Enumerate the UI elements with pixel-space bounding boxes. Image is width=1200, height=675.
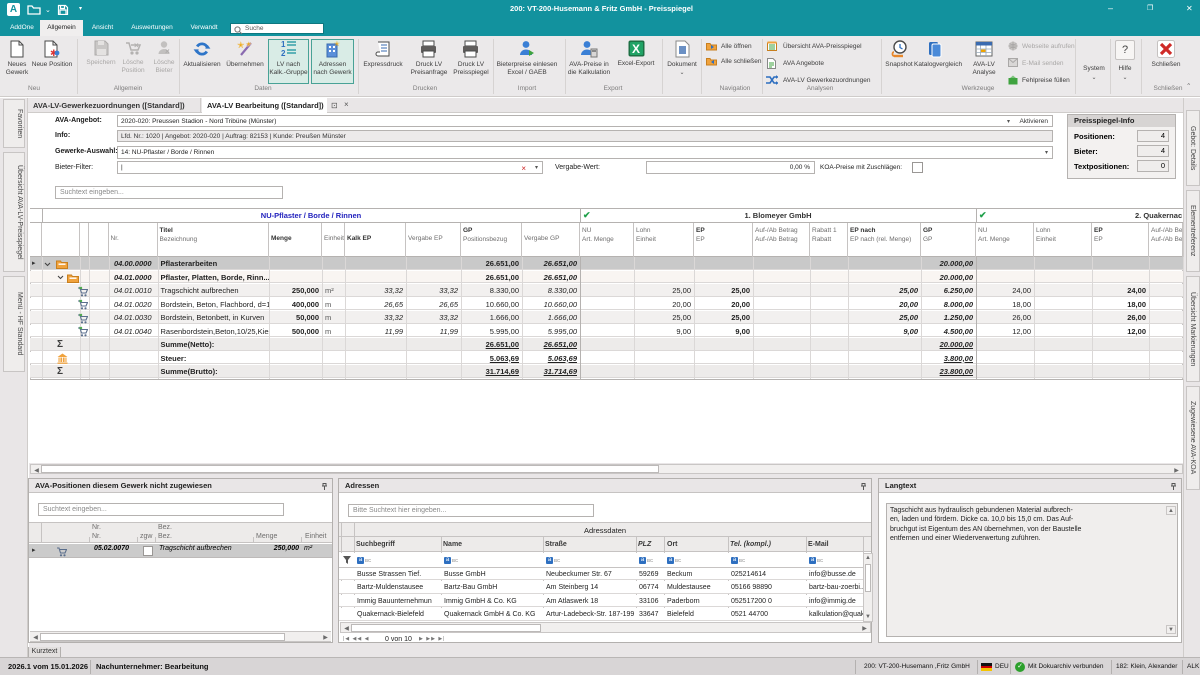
svg-text:×: ×: [165, 47, 170, 56]
svg-text:✭: ✭: [246, 41, 251, 48]
svg-text:×: ×: [134, 41, 139, 50]
svg-text:2: 2: [281, 49, 286, 58]
svg-text:1: 1: [281, 40, 286, 49]
svg-text:✭: ✭: [334, 40, 340, 48]
svg-text:X: X: [632, 42, 640, 56]
svg-text:✭: ✭: [237, 40, 245, 50]
